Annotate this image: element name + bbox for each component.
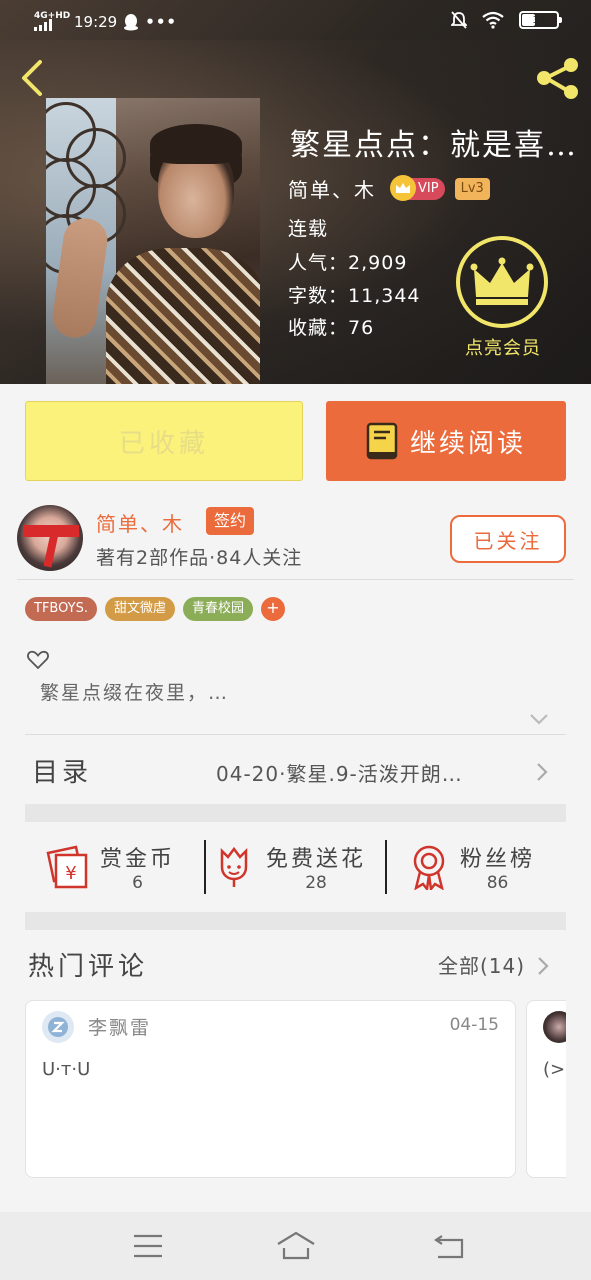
author-row: 简单、木 VIP Lv3 [288,174,490,203]
wifi-icon [482,11,504,29]
book-title: 繁星点点：就是喜… [290,128,578,163]
status-bar: 4G+HD 19:29 ••• 36 [0,0,591,44]
author-avatar[interactable] [17,505,83,571]
section-separator [25,912,566,930]
free-flower-label: 免费送花 [266,847,367,872]
commenter-avatar[interactable] [543,1011,566,1043]
serial-status: 连载 [288,218,329,240]
favorites-row: 收藏：76 [288,313,374,340]
signal-icon [34,19,52,31]
clock: 19:29 [74,12,118,31]
svg-text:¥: ¥ [65,863,76,884]
add-tag-button[interactable]: + [261,597,285,621]
home-icon[interactable] [276,1230,316,1262]
follow-button[interactable]: 已关注 [450,515,566,563]
system-nav-bar [0,1212,591,1280]
member-crown-button[interactable] [456,236,548,328]
favorites-label: 收藏： [288,317,349,339]
divider [204,840,206,894]
reward-coins-stat[interactable]: ¥ 赏金币 6 [44,838,194,896]
battery-icon: 36 [519,11,562,29]
chevron-down-icon[interactable] [529,712,549,726]
reward-coins-value: 6 [132,873,143,893]
medal-icon [413,845,445,890]
qq-icon [124,13,139,30]
red-envelope-icon: ¥ [46,845,88,889]
crown-icon [470,257,534,305]
comment-date: 04-15 [449,1015,499,1035]
word-count-label: 字数： [288,285,349,307]
level-badge: Lv3 [454,177,490,200]
popularity-row: 人气：2,909 [288,248,407,275]
fan-ranking-value: 86 [486,873,509,893]
signed-badge: 签约 [206,507,255,535]
toc-latest-chapter[interactable]: 04-20·繁星.9-活泼开朗… [216,758,463,787]
author-card-name[interactable]: 简单、木 [96,508,184,537]
word-count-row: 字数：11,344 [288,281,421,308]
default-avatar-icon [48,1017,68,1037]
back-arrow-icon[interactable] [14,58,54,98]
tag-list: TFBOYS. 甜文微虐 青春校园 + [25,597,285,621]
fan-ranking-stat[interactable]: 粉丝榜 86 [408,838,558,896]
book-icon [366,422,398,460]
more-notifications-icon: ••• [145,12,177,31]
popularity-value: 2,909 [348,252,408,274]
comment-card[interactable]: 李飘雷 04-15 U·ᴛ·U [25,1000,516,1178]
favorites-value: 76 [348,317,375,339]
word-count-value: 11,344 [348,285,421,307]
all-comments-link[interactable]: 全部(14) [438,950,525,979]
free-flower-stat[interactable]: 免费送花 28 [214,838,384,896]
comment-card[interactable]: (> [526,1000,566,1178]
member-button-label[interactable]: 点亮会员 [455,334,551,360]
collected-button[interactable]: 已收藏 [25,401,303,481]
crown-icon [390,174,416,201]
comment-text: U·ᴛ·U [42,1059,91,1080]
reward-coins-label: 赏金币 [100,847,176,872]
share-icon[interactable] [534,54,582,102]
book-summary: 繁星点缀在夜里，… [40,682,230,704]
tag-campus[interactable]: 青春校园 [182,597,253,621]
hot-comments-title: 热门评论 [28,952,149,982]
continue-reading-button[interactable]: 继续阅读 [326,401,566,481]
tag-tfboys[interactable]: TFBOYS. [25,597,97,621]
vip-badge: VIP [390,174,445,201]
tag-sweet[interactable]: 甜文微虐 [104,597,175,621]
divider [17,579,574,580]
heart-icon[interactable] [27,650,49,670]
commenter-avatar[interactable] [42,1011,74,1043]
book-header: 4G+HD 19:29 ••• 36 繁星点点：就是喜… 简单、木 VIP Lv… [0,0,591,384]
mute-bell-icon [451,11,467,29]
divider [25,734,566,735]
popularity-label: 人气： [288,252,349,274]
divider [385,840,387,894]
fan-ranking-label: 粉丝榜 [460,847,536,872]
free-flower-value: 28 [305,873,327,893]
continue-reading-label: 继续阅读 [409,428,526,459]
toc-label[interactable]: 目录 [32,752,92,789]
commenter-name[interactable]: 李飘雷 [88,1013,151,1040]
author-name[interactable]: 简单、木 [288,174,376,203]
menu-icon[interactable] [130,1230,166,1262]
book-cover-image[interactable] [46,98,260,384]
comment-text: (> [543,1059,566,1080]
section-separator [25,804,566,822]
chevron-right-icon[interactable] [535,761,549,783]
chevron-right-icon[interactable] [536,955,550,977]
back-icon[interactable] [432,1230,468,1262]
author-stats: 著有2部作品·84人关注 [96,547,303,569]
flower-icon [220,846,248,887]
